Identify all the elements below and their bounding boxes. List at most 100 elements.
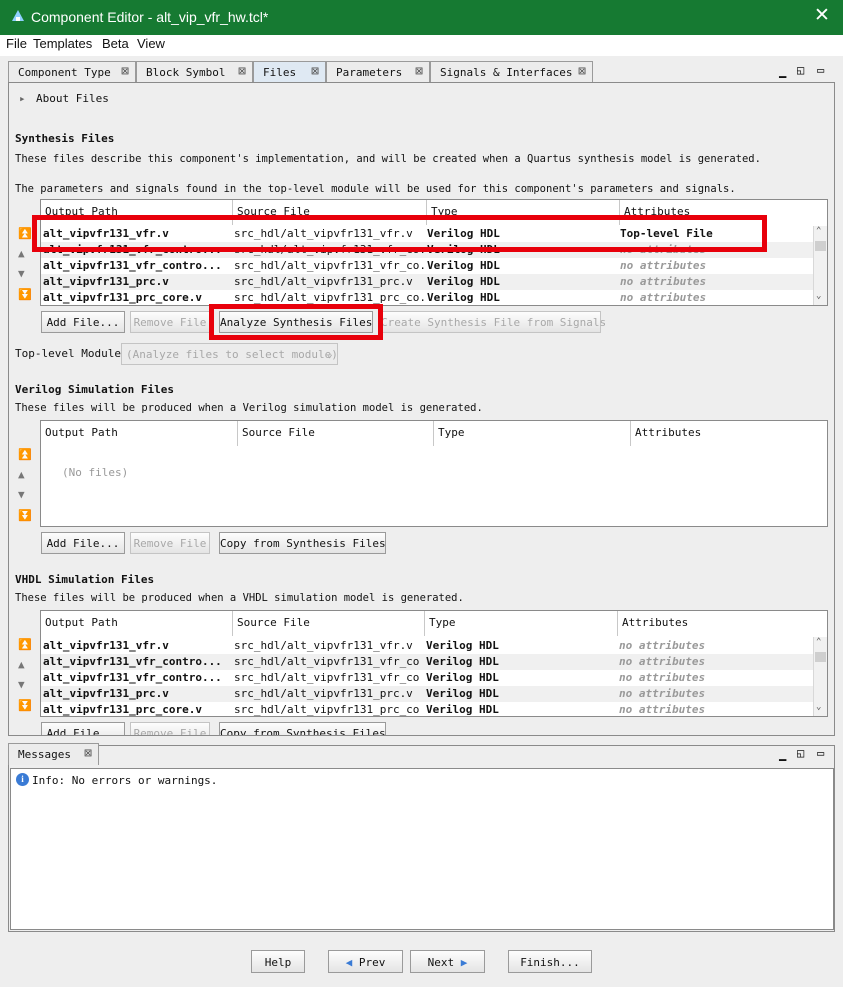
tab-close-icon[interactable]: ⊠	[238, 64, 246, 79]
table-row[interactable]: alt_vipvfr131_vfr.v src_hdl/alt_vipvfr13…	[41, 638, 827, 654]
cell-type: Verilog HDL	[426, 655, 499, 668]
move-bottom-icon[interactable]: ⏬	[18, 289, 32, 300]
menu-view[interactable]: View	[137, 36, 165, 51]
tab-component-type[interactable]: Component Type ⊠	[8, 61, 136, 82]
top-level-module-value: (Analyze files to select module)	[126, 348, 338, 361]
tab-messages[interactable]: Messages ⊠	[8, 743, 99, 765]
minimize-icon[interactable]: ▁	[779, 747, 786, 761]
move-bottom-icon[interactable]: ⏬	[18, 700, 32, 711]
remove-file-button[interactable]: Remove File	[130, 311, 210, 333]
tab-block-symbol[interactable]: Block Symbol ⊠	[136, 61, 253, 82]
tab-label: Files	[263, 66, 297, 79]
cell-output: alt_vipvfr131_vfr_contro...	[43, 259, 222, 272]
info-icon: i	[16, 773, 29, 786]
create-synthesis-file-button[interactable]: Create Synthesis File from Signals	[380, 311, 606, 333]
cell-attributes: no attributes	[620, 275, 707, 288]
tab-close-icon[interactable]: ⊠	[121, 64, 129, 79]
vhdl-buttons-clipped: Add File... Remove File Copy from Synthe…	[9, 722, 834, 735]
column-header[interactable]: Output Path	[41, 611, 233, 636]
move-up-icon[interactable]: ▲	[18, 469, 25, 480]
about-files-chevron-icon[interactable]: ▸	[19, 92, 26, 105]
scroll-up-icon[interactable]: ⌃	[816, 226, 821, 236]
tab-signals-interfaces[interactable]: Signals & Interfaces ⊠	[430, 61, 593, 82]
move-bottom-icon[interactable]: ⏬	[18, 510, 32, 521]
add-file-button[interactable]: Add File...	[41, 311, 125, 333]
column-header[interactable]: Type	[434, 421, 631, 446]
move-up-icon[interactable]: ▲	[18, 659, 25, 670]
move-top-icon[interactable]: ⏫	[18, 228, 32, 239]
top-level-module-select[interactable]: (Analyze files to select module) ⌄	[121, 343, 338, 365]
move-top-icon[interactable]: ⏫	[18, 449, 32, 460]
restore-icon[interactable]: ◱	[797, 63, 804, 77]
restore-icon[interactable]: ◱	[797, 746, 804, 760]
tab-label: Component Type	[18, 66, 111, 79]
cell-output: alt_vipvfr131_prc.v	[43, 687, 169, 700]
minimize-icon[interactable]: ▁	[779, 64, 786, 78]
column-header[interactable]: Source File	[238, 421, 434, 446]
scroll-down-icon[interactable]: ⌄	[816, 291, 821, 301]
table-row[interactable]: alt_vipvfr131_vfr_contro... src_hdl/alt_…	[41, 670, 827, 686]
copy-from-synthesis-button[interactable]: Copy from Synthesis Files	[219, 532, 386, 554]
remove-file-button[interactable]: Remove File	[130, 722, 210, 735]
copy-from-synthesis-button[interactable]: Copy from Synthesis Files	[219, 722, 386, 735]
help-button[interactable]: Help	[251, 950, 305, 973]
close-window-icon[interactable]: ✕	[811, 5, 833, 27]
column-header[interactable]: Attributes	[618, 611, 814, 636]
cell-attributes: no attributes	[619, 655, 706, 668]
move-down-icon[interactable]: ▼	[18, 489, 25, 500]
column-header[interactable]: Type	[425, 611, 618, 636]
cell-type: Verilog HDL	[426, 703, 499, 716]
move-down-icon[interactable]: ▼	[18, 679, 25, 690]
table-row[interactable]: alt_vipvfr131_vfr_contro... src_hdl/alt_…	[41, 654, 827, 670]
table-row[interactable]: alt_vipvfr131_prc_core.v src_hdl/alt_vip…	[41, 702, 827, 716]
table-row[interactable]: alt_vipvfr131_prc.v src_hdl/alt_vipvfr13…	[41, 686, 827, 702]
tab-close-icon[interactable]: ⊠	[415, 64, 423, 79]
column-header[interactable]: Output Path	[41, 421, 238, 446]
table-row[interactable]: alt_vipvfr131_vfr_contro... src_hdl/alt_…	[41, 258, 827, 274]
about-files-toggle[interactable]: About Files	[36, 92, 109, 105]
maximize-icon[interactable]: ▭	[817, 746, 824, 760]
scroll-up-icon[interactable]: ⌃	[816, 637, 821, 647]
remove-file-button[interactable]: Remove File	[130, 532, 210, 554]
tab-files[interactable]: Files ⊠	[253, 61, 326, 84]
verilog-description: These files will be produced when a Veri…	[15, 402, 483, 414]
tab-close-icon[interactable]: ⊠	[84, 746, 92, 761]
scroll-thumb[interactable]	[815, 652, 826, 662]
cell-output: alt_vipvfr131_prc_core.v	[43, 703, 202, 716]
add-file-button[interactable]: Add File...	[41, 722, 125, 735]
component-app-icon	[12, 10, 24, 21]
menu-file[interactable]: File	[6, 36, 27, 51]
tab-close-icon[interactable]: ⊠	[311, 64, 319, 79]
scroll-down-icon[interactable]: ⌄	[816, 702, 821, 712]
prev-button[interactable]: ◀ Prev	[328, 950, 403, 973]
tab-close-icon[interactable]: ⊠	[578, 64, 586, 79]
move-up-icon[interactable]: ▲	[18, 248, 25, 259]
vertical-scrollbar[interactable]: ⌃ ⌄	[813, 226, 827, 305]
finish-button[interactable]: Finish...	[508, 950, 592, 973]
vhdl-files-table: Output Path Source File Type Attributes …	[40, 610, 828, 717]
menu-templates[interactable]: Templates	[33, 36, 92, 51]
cell-output: alt_vipvfr131_vfr.v	[43, 639, 169, 652]
cell-type: Verilog HDL	[426, 687, 499, 700]
column-header[interactable]: Attributes	[631, 421, 827, 446]
next-button[interactable]: Next ▶	[410, 950, 485, 973]
cell-source: src_hdl/alt_vipvfr131_prc.v	[234, 275, 413, 288]
table-row[interactable]: alt_vipvfr131_prc.v src_hdl/alt_vipvfr13…	[41, 274, 827, 290]
add-file-button[interactable]: Add File...	[41, 532, 125, 554]
maximize-icon[interactable]: ▭	[817, 63, 824, 77]
scroll-thumb[interactable]	[815, 241, 826, 251]
synthesis-param-description: The parameters and signals found in the …	[15, 183, 736, 195]
column-header[interactable]: Source File	[233, 611, 425, 636]
menu-beta[interactable]: Beta	[102, 36, 129, 51]
cell-attributes: no attributes	[620, 291, 707, 304]
cell-output: alt_vipvfr131_prc.v	[43, 275, 169, 288]
title-bar: Component Editor - alt_vip_vfr_hw.tcl* ✕	[0, 0, 843, 35]
move-top-icon[interactable]: ⏫	[18, 639, 32, 650]
move-down-icon[interactable]: ▼	[18, 268, 25, 279]
cell-source: src_hdl/alt_vipvfr131_vfr.v	[234, 639, 413, 652]
vertical-scrollbar[interactable]: ⌃ ⌄	[813, 637, 827, 716]
cell-source: src_hdl/alt_vipvfr131_vfr_co...	[234, 259, 424, 272]
vhdl-description: These files will be produced when a VHDL…	[15, 592, 464, 604]
tab-parameters[interactable]: Parameters ⊠	[326, 61, 430, 82]
table-row[interactable]: alt_vipvfr131_prc_core.v src_hdl/alt_vip…	[41, 290, 827, 305]
